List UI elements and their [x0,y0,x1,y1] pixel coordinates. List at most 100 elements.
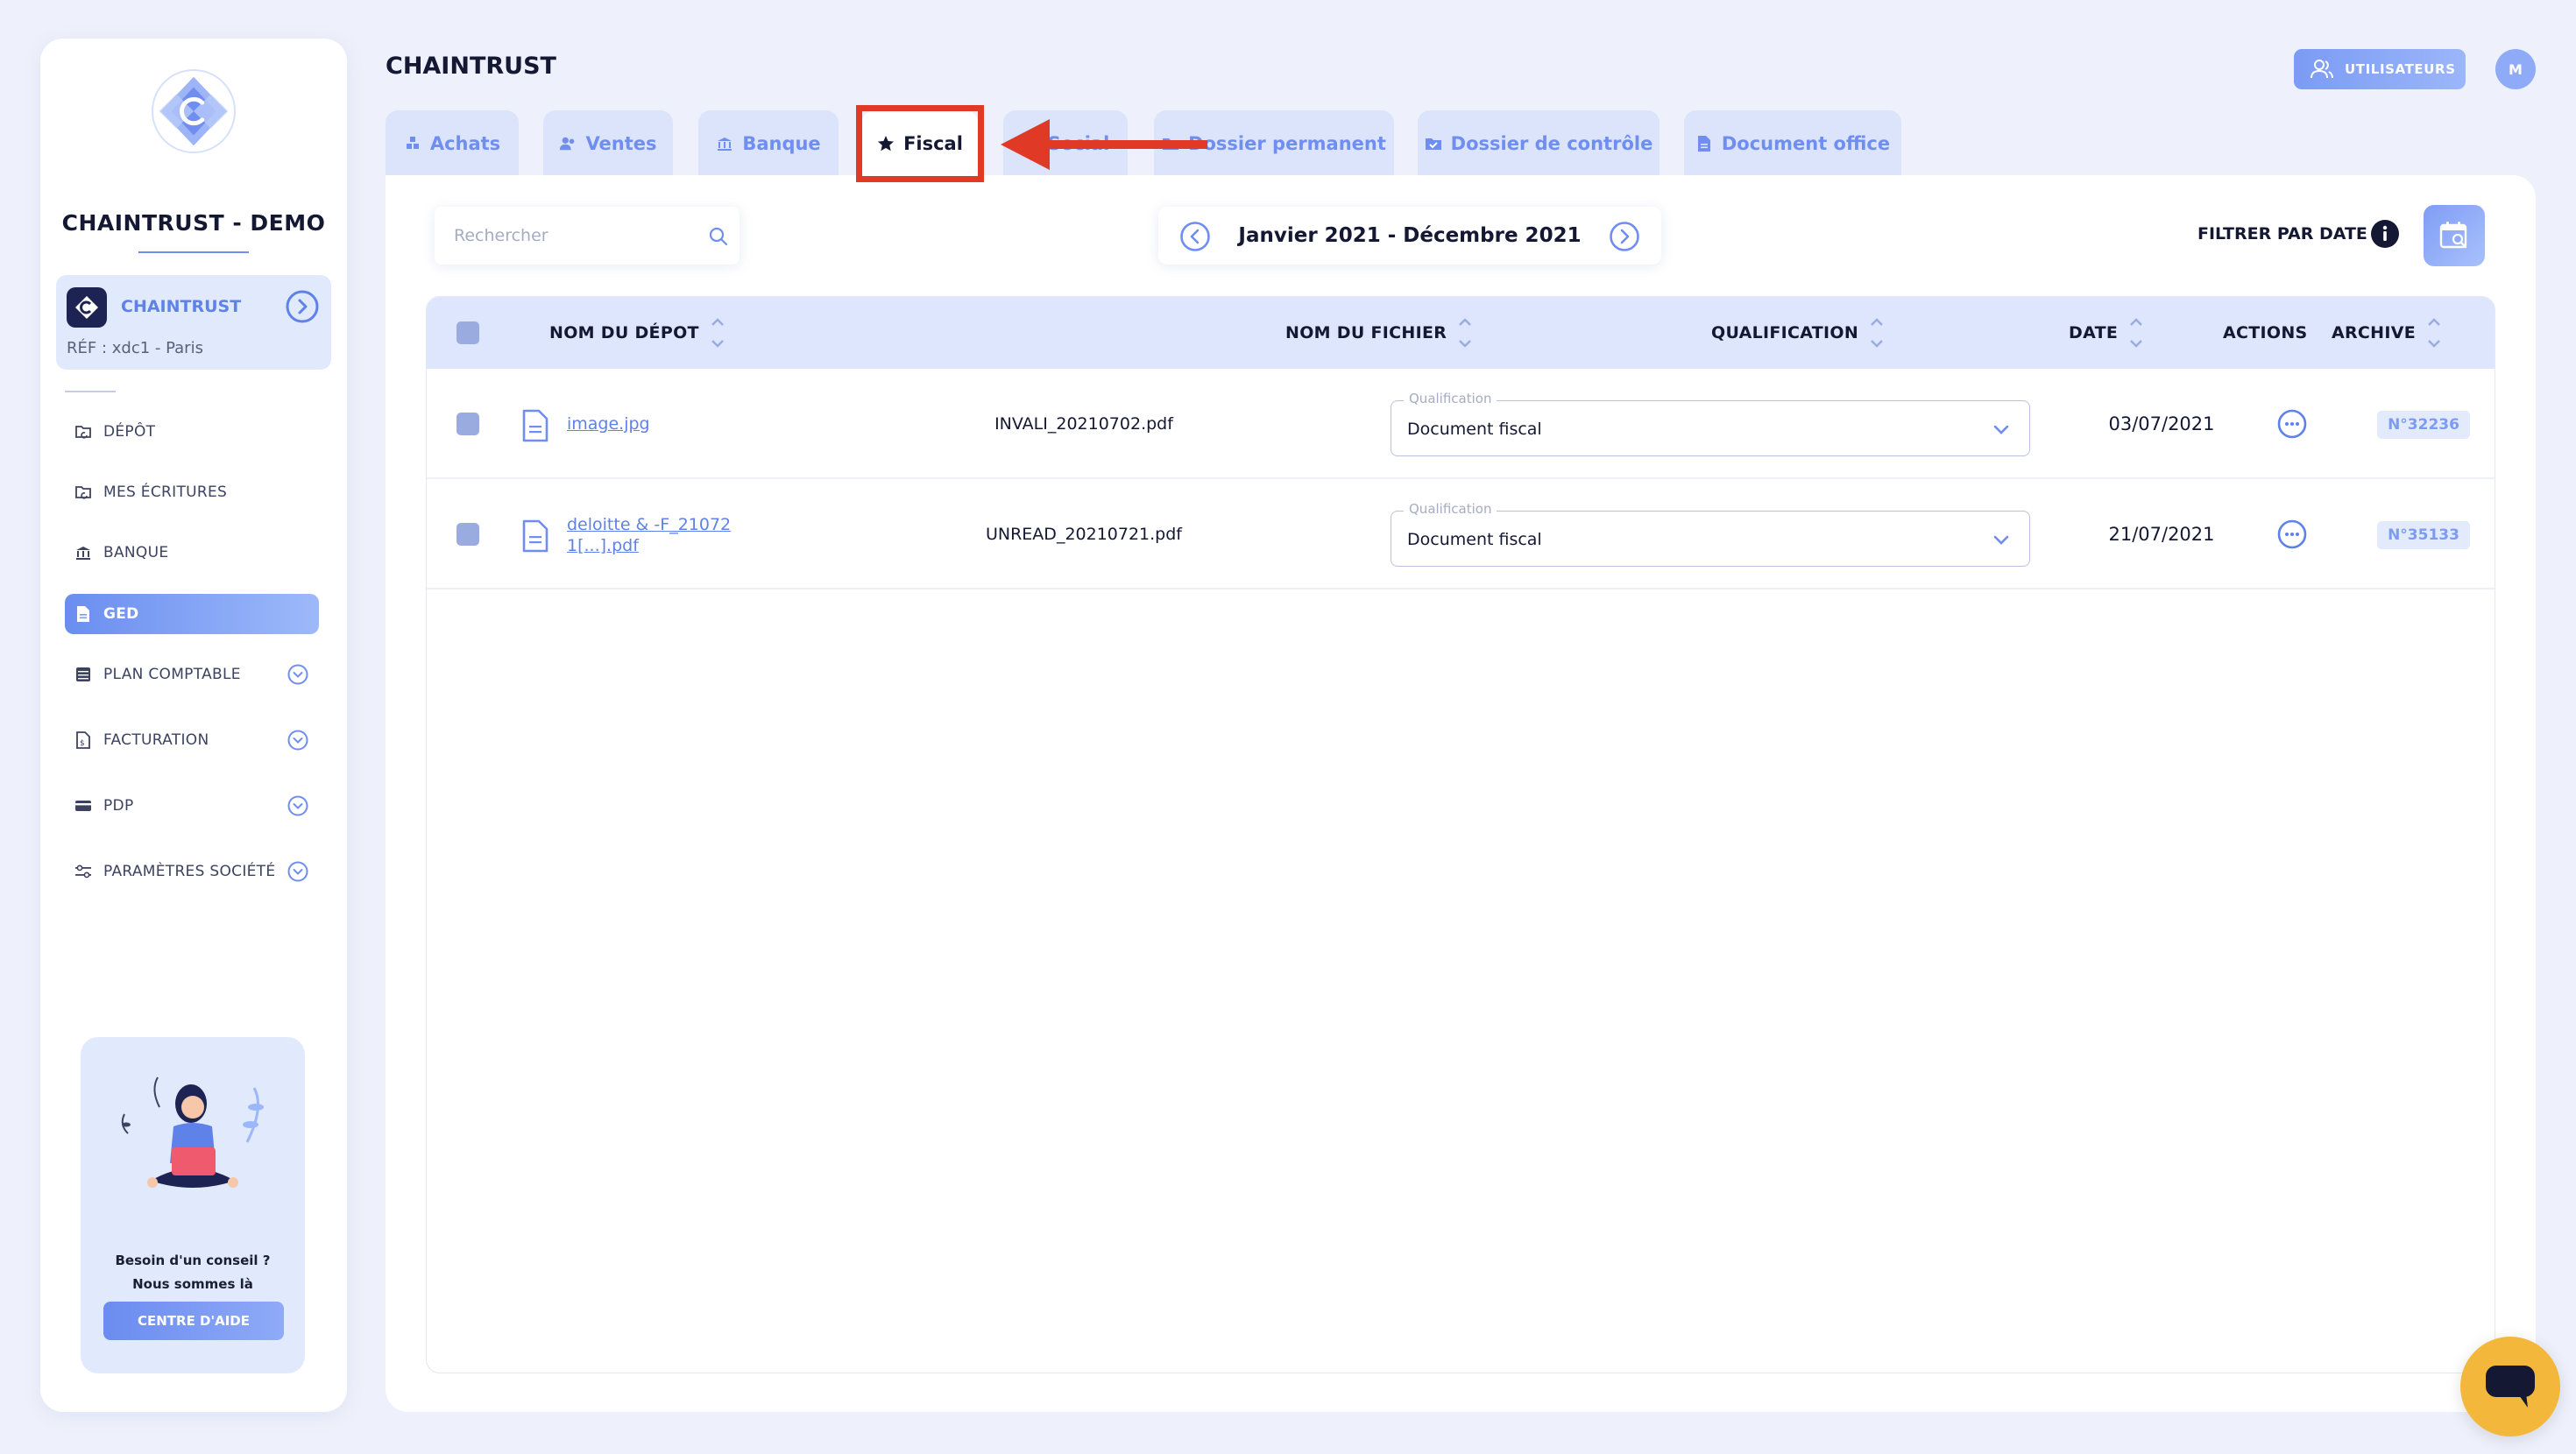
column-header-archive[interactable]: ARCHIVE [2332,297,2442,369]
company-logo-icon [67,287,107,328]
tab-dossier-de-controle[interactable]: Dossier de contrôle [1418,110,1660,177]
chevron-left-circle-icon[interactable] [1179,221,1211,252]
document-icon [74,604,93,624]
sidebar-item-banque[interactable]: BANQUE [65,533,319,573]
search-box [435,207,740,265]
sidebar-item-mes-ecritures[interactable]: MES ÉCRITURES [65,472,319,512]
sort-icon[interactable] [710,309,725,356]
column-header-label: ARCHIVE [2332,323,2417,342]
chevron-down-icon [1993,425,2009,434]
qualification-value: Document fiscal [1407,530,1542,549]
chat-launcher-button[interactable] [2460,1337,2560,1436]
sidebar-item-pdp[interactable]: PDP [65,786,319,826]
more-options-icon[interactable] [2277,409,2307,439]
bank-icon [716,135,733,152]
sort-icon[interactable] [2128,309,2144,356]
tab-ventes[interactable]: Ventes [543,110,673,177]
sidebar-item-label: FACTURATION [103,731,209,749]
table-row: deloitte & -F_21072 1[...].pdf UNREAD_20… [427,479,2495,589]
sidebar: CHAINTRUST - DEMO CHAINTRUST RÉF : xdc1 … [40,39,347,1412]
archive-badge[interactable]: N°35133 [2377,521,2470,549]
page-title: CHAINTRUST [386,53,556,80]
users-button[interactable]: UTILISATEURS [2294,49,2466,89]
company-name: CHAINTRUST [121,297,242,316]
table-icon [74,665,93,684]
chevron-down-circle-icon[interactable] [287,730,308,751]
sidebar-item-parametres-societe[interactable]: PARAMÈTRES SOCIÉTÉ [65,851,319,892]
depot-link-text: deloitte & -F_21072 [567,515,732,534]
depot-link-text: image.jpg [567,414,650,434]
annotation-highlight-box [856,105,984,182]
search-input[interactable] [454,207,690,265]
sidebar-item-ged[interactable]: GED [65,594,319,634]
avatar[interactable]: M [2495,49,2536,89]
chevron-right-circle-icon[interactable] [286,290,319,323]
qualification-select[interactable]: Qualification Document fiscal [1391,391,2030,456]
tab-label: Dossier de contrôle [1450,133,1653,154]
sort-icon[interactable] [1869,309,1885,356]
sidebar-item-plan-comptable[interactable]: PLAN COMPTABLE [65,654,319,695]
help-center-button[interactable]: CENTRE D'AIDE [103,1302,284,1340]
company-title: CHAINTRUST - DEMO [61,210,326,236]
chevron-down-circle-icon[interactable] [287,664,308,685]
column-header-label: ACTIONS [2223,323,2308,342]
sidebar-item-depot[interactable]: DÉPÔT [65,412,319,452]
help-line: Besoin d'un conseil ? [115,1253,271,1268]
search-icon[interactable] [708,226,729,247]
column-header-fichier[interactable]: NOM DU FICHIER [1285,297,1473,369]
info-icon[interactable] [2370,219,2400,249]
sidebar-item-label: PLAN COMPTABLE [103,666,241,683]
users-button-label: UTILISATEURS [2345,61,2456,77]
date-cell: 03/07/2021 [2108,413,2215,434]
sidebar-item-facturation[interactable]: $ FACTURATION [65,720,319,760]
calendar-search-icon [2439,222,2467,249]
help-line: Nous sommes là [132,1276,253,1292]
calendar-search-button[interactable] [2424,205,2485,266]
chevron-down-icon [1993,535,2009,545]
chevron-down-circle-icon[interactable] [287,795,308,816]
row-checkbox[interactable] [456,413,479,435]
sort-icon[interactable] [2426,309,2442,356]
depot-link[interactable]: image.jpg [567,413,650,434]
more-options-icon[interactable] [2277,519,2307,549]
tab-document-office[interactable]: Document office [1684,110,1901,177]
row-checkbox[interactable] [456,523,479,546]
chevron-right-circle-icon[interactable] [1609,221,1640,252]
chevron-down-circle-icon[interactable] [287,861,308,882]
qualification-value: Document fiscal [1407,420,1542,439]
column-header-qualification[interactable]: QUALIFICATION [1711,297,1885,369]
documents-table: NOM DU DÉPOT NOM DU FICHIER QUALIFICATIO… [426,296,2495,1373]
sidebar-item-label: PARAMÈTRES SOCIÉTÉ [103,863,276,880]
chaintrust-logo[interactable] [151,68,237,154]
depot-link-text: 1[...].pdf [567,536,639,555]
tab-label: Banque [742,133,821,154]
title-underline [138,251,249,253]
column-header-depot[interactable]: NOM DU DÉPOT [549,297,725,369]
depot-link[interactable]: deloitte & -F_21072 1[...].pdf [567,514,731,556]
column-header-date[interactable]: DATE [2069,297,2144,369]
column-header-label: NOM DU DÉPOT [549,323,699,342]
tab-label: Ventes [585,133,657,154]
sidebar-item-label: MES ÉCRITURES [103,483,228,501]
tab-banque[interactable]: Banque [698,110,839,177]
help-card: Besoin d'un conseil ? Nous sommes là pou… [81,1037,305,1373]
select-all-checkbox[interactable] [456,321,479,344]
sidebar-item-label: BANQUE [103,544,169,561]
folder-check-icon [1425,135,1442,152]
sidebar-item-label: GED [103,605,139,623]
qualification-select[interactable]: Qualification Document fiscal [1391,501,2030,567]
file-icon [1695,135,1713,152]
sliders-icon [74,862,93,881]
sidebar-divider [65,391,116,392]
date-cell: 21/07/2021 [2108,524,2215,545]
tab-achats[interactable]: Achats [386,110,519,177]
archive-badge[interactable]: N°32236 [2377,411,2470,439]
date-range-navigator: Janvier 2021 - Décembre 2021 [1158,207,1661,265]
bank-icon [74,543,93,562]
file-name: UNREAD_20210721.pdf [985,525,1182,544]
sort-icon[interactable] [1457,309,1473,356]
users-icon [2311,60,2333,79]
tab-label: Dossier permanent [1188,133,1386,154]
company-card[interactable]: CHAINTRUST RÉF : xdc1 - Paris [56,275,331,370]
annotation-arrow-icon [1001,119,1207,170]
